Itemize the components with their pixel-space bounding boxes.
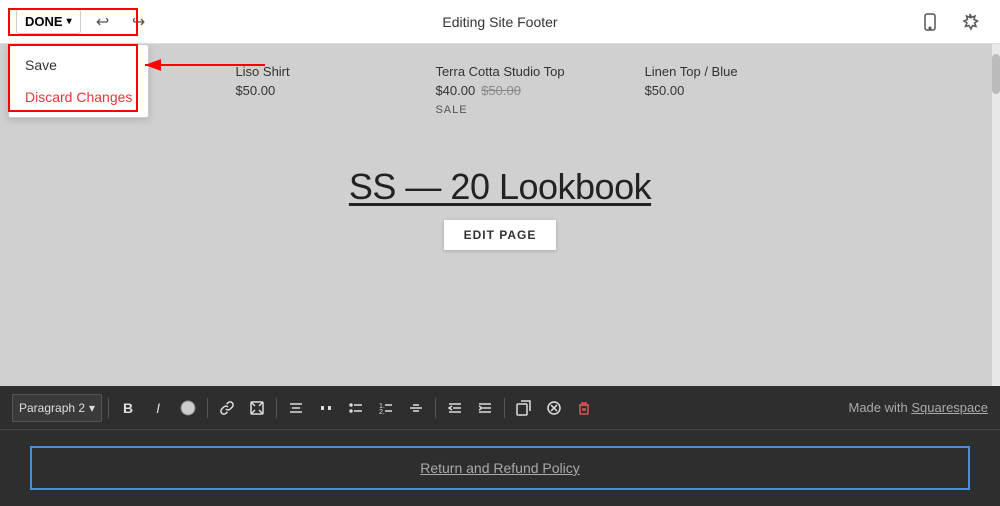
editor-toolbar: Paragraph 2 ▾ B I (0, 386, 1000, 430)
quote-button[interactable] (313, 395, 339, 421)
product-row: Liso Shirt $50.00 Terra Cotta Studio Top… (0, 44, 1000, 136)
save-menu-item[interactable]: Save (9, 49, 148, 81)
paragraph-select[interactable]: Paragraph 2 ▾ (12, 394, 102, 422)
toolbar-divider-4 (435, 398, 436, 418)
settings-button[interactable] (956, 8, 984, 36)
product-name: Linen Top / Blue (645, 64, 765, 79)
squarespace-link[interactable]: Squarespace (911, 400, 988, 415)
product-price: $50.00 (645, 83, 765, 98)
color-button[interactable] (175, 395, 201, 421)
product-name: Terra Cotta Studio Top (435, 64, 564, 79)
resize-icon (249, 400, 265, 416)
paragraph-label: Paragraph 2 (19, 401, 85, 415)
footer-link-text[interactable]: Return and Refund Policy (420, 460, 580, 476)
lookbook-section: SS — 20 Lookbook EDIT PAGE (349, 166, 651, 250)
done-button[interactable]: DONE ▾ (16, 9, 81, 34)
product-price: $50.00 (235, 83, 355, 98)
toolbar-divider-2 (207, 398, 208, 418)
numbered-list-icon: 1. 2. (378, 400, 394, 416)
product-price-original: $50.00 (481, 83, 521, 98)
link-button[interactable] (214, 395, 240, 421)
sale-badge: SALE (435, 104, 564, 116)
delete-icon (576, 400, 592, 416)
link-icon (219, 400, 235, 416)
indent-increase-icon (477, 400, 493, 416)
undo-icon: ↩ (96, 12, 109, 32)
indent-decrease-button[interactable] (442, 395, 468, 421)
clear-icon (546, 400, 562, 416)
chevron-down-icon: ▾ (89, 401, 95, 415)
dropdown-menu: Save Discard Changes (8, 44, 149, 118)
strikethrough-button[interactable] (403, 395, 429, 421)
done-label: DONE (25, 14, 63, 29)
color-icon (180, 400, 196, 416)
redo-icon: ↪ (132, 12, 145, 32)
bullet-list-button[interactable] (343, 395, 369, 421)
bold-button[interactable]: B (115, 395, 141, 421)
scrollbar[interactable] (992, 44, 1000, 386)
made-with-text: Made with Squarespace (849, 400, 989, 415)
redo-button[interactable]: ↪ (125, 8, 153, 36)
footer-link-box[interactable]: Return and Refund Policy (30, 446, 970, 490)
clone-icon (516, 400, 532, 416)
strikethrough-icon (408, 400, 424, 416)
mobile-icon (920, 12, 940, 32)
lookbook-title: SS — 20 Lookbook (349, 166, 651, 208)
product-item-2: Terra Cotta Studio Top $40.00 $50.00 SAL… (435, 64, 564, 116)
clone-button[interactable] (511, 395, 537, 421)
clear-button[interactable] (541, 395, 567, 421)
align-center-icon (288, 400, 304, 416)
top-bar-right (916, 8, 984, 36)
product-name: Liso Shirt (235, 64, 355, 79)
footer-content-area: Return and Refund Policy (0, 430, 1000, 506)
main-content: Liso Shirt $50.00 Terra Cotta Studio Top… (0, 44, 1000, 386)
settings-icon (960, 12, 980, 32)
indent-decrease-icon (447, 400, 463, 416)
resize-button[interactable] (244, 395, 270, 421)
product-price-new: $40.00 (435, 83, 475, 98)
delete-button[interactable] (571, 395, 597, 421)
page-title: Editing Site Footer (442, 14, 557, 30)
footer-area: Paragraph 2 ▾ B I (0, 386, 1000, 506)
made-with-label: Made with (849, 400, 908, 415)
toolbar-divider-3 (276, 398, 277, 418)
indent-increase-button[interactable] (472, 395, 498, 421)
toolbar-left: Paragraph 2 ▾ B I (12, 394, 597, 422)
bullet-list-icon (348, 400, 364, 416)
mobile-preview-button[interactable] (916, 8, 944, 36)
scrollbar-thumb[interactable] (992, 54, 1000, 94)
discard-changes-menu-item[interactable]: Discard Changes (9, 81, 148, 113)
chevron-down-icon: ▾ (67, 16, 72, 27)
product-item-3: Linen Top / Blue $50.00 (645, 64, 765, 98)
top-bar: DONE ▾ ↩ ↪ Editing Site Footer (0, 0, 1000, 44)
svg-text:2.: 2. (379, 409, 385, 416)
top-bar-left: DONE ▾ ↩ ↪ (16, 8, 153, 36)
undo-button[interactable]: ↩ (89, 8, 117, 36)
toolbar-divider-1 (108, 398, 109, 418)
quote-icon (318, 400, 334, 416)
italic-button[interactable]: I (145, 395, 171, 421)
toolbar-divider-5 (504, 398, 505, 418)
align-center-button[interactable] (283, 395, 309, 421)
product-item-1: Liso Shirt $50.00 (235, 64, 355, 98)
numbered-list-button[interactable]: 1. 2. (373, 395, 399, 421)
edit-page-button[interactable]: EDIT PAGE (444, 220, 557, 250)
